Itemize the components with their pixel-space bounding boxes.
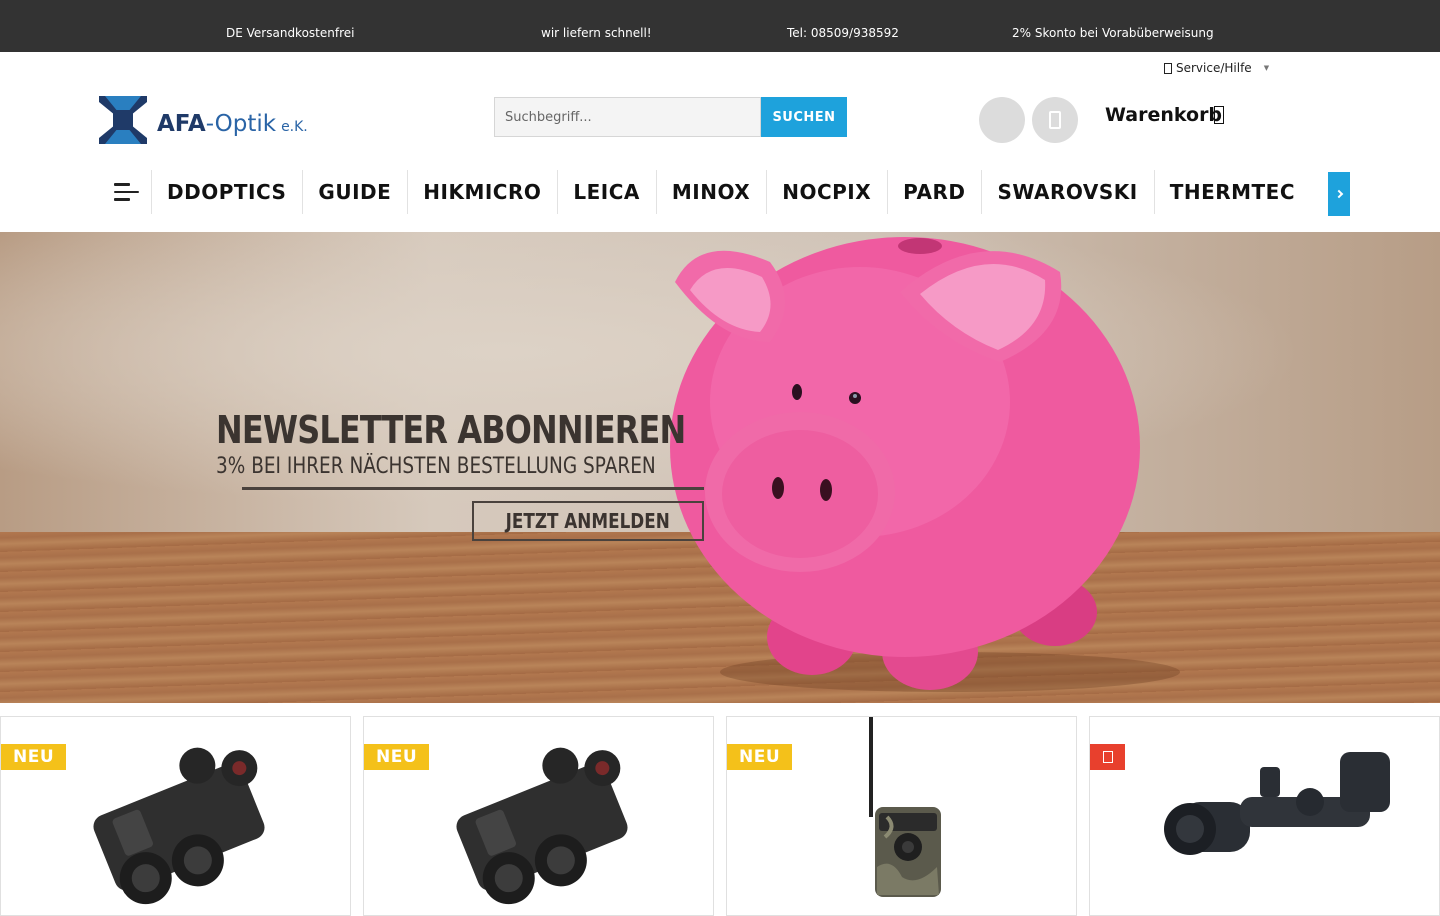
cta-label: JETZT ANMELDEN [505, 509, 671, 533]
product-grid: NEU NEU NEU [0, 716, 1440, 916]
service-label: Service/Hilfe [1176, 61, 1252, 75]
product-card[interactable]: NEU [726, 716, 1077, 916]
usp-phone[interactable]: Tel: 08509/938592 [787, 26, 899, 40]
cart-button[interactable]: Warenkorb [1105, 104, 1225, 126]
site-logo[interactable]: AFA-Optik e.K. [99, 96, 339, 148]
nav-item-pard[interactable]: PARD [888, 170, 983, 214]
nav-item-guide[interactable]: GUIDE [303, 170, 409, 214]
chevron-right-icon [1334, 189, 1344, 199]
badge-new: NEU [727, 744, 793, 770]
nav-item-hikmicro[interactable]: HIKMICRO [408, 170, 559, 214]
search-input[interactable] [494, 97, 761, 137]
search-form: SUCHEN [494, 97, 847, 137]
usp-shipping: DE Versandkostenfrei [226, 26, 355, 40]
wishlist-icon [1049, 111, 1061, 129]
product-card[interactable] [1089, 716, 1440, 916]
nav-item-minox[interactable]: MINOX [657, 170, 768, 214]
badge-new: NEU [1, 744, 67, 770]
logo-icon [99, 96, 147, 144]
wishlist-button[interactable] [1032, 97, 1078, 143]
search-button[interactable]: SUCHEN [761, 97, 847, 137]
heart-icon [1102, 751, 1113, 763]
logo-wordmark-bold: AFA [157, 111, 206, 137]
account-button[interactable] [979, 97, 1025, 143]
help-icon [1164, 62, 1172, 74]
chevron-down-icon: ▼ [1263, 64, 1270, 72]
logo-suffix: e.K. [281, 119, 308, 135]
cart-label: Warenkorb [1105, 104, 1223, 126]
logo-wordmark-regular: -Optik [205, 111, 277, 137]
main-nav: DDOPTICS GUIDE HIKMICRO LEICA MINOX NOCP… [100, 168, 1305, 216]
badge-new: NEU [364, 744, 430, 770]
banner-divider [242, 487, 704, 490]
nav-scroll-button[interactable] [1328, 172, 1350, 216]
nav-item-nocpix[interactable]: NOCPIX [767, 170, 889, 214]
nav-item-leica[interactable]: LEICA [558, 170, 657, 214]
banner-subline: 3% BEI IHRER NÄCHSTEN BESTELLUNG SPAREN [216, 454, 656, 479]
product-card[interactable]: NEU [363, 716, 714, 916]
usp-fast-delivery: wir liefern schnell! [541, 26, 652, 40]
badge-sale [1090, 744, 1125, 770]
usp-discount: 2% Skonto bei Vorabüberweisung [1012, 26, 1214, 40]
product-card[interactable]: NEU [0, 716, 351, 916]
service-menu[interactable]: Service/Hilfe ▼ [1164, 61, 1269, 75]
nav-item-thermtec[interactable]: THERMTEC [1155, 170, 1305, 214]
menu-icon[interactable] [100, 170, 152, 214]
cart-icon [1214, 106, 1225, 124]
logo-wordmark: AFA-Optik e.K. [157, 111, 308, 137]
banner-headline: NEWSLETTER ABONNIEREN [216, 408, 686, 452]
newsletter-banner[interactable]: NEWSLETTER ABONNIEREN 3% BEI IHRER NÄCHS… [0, 232, 1440, 703]
thermal-scope-image [1164, 752, 1390, 855]
usp-topbar: DE Versandkostenfrei wir liefern schnell… [0, 0, 1440, 52]
newsletter-signup-button[interactable]: JETZT ANMELDEN [472, 501, 704, 541]
nav-item-swarovski[interactable]: SWAROVSKI [982, 170, 1155, 214]
nav-item-ddoptics[interactable]: DDOPTICS [152, 170, 304, 214]
